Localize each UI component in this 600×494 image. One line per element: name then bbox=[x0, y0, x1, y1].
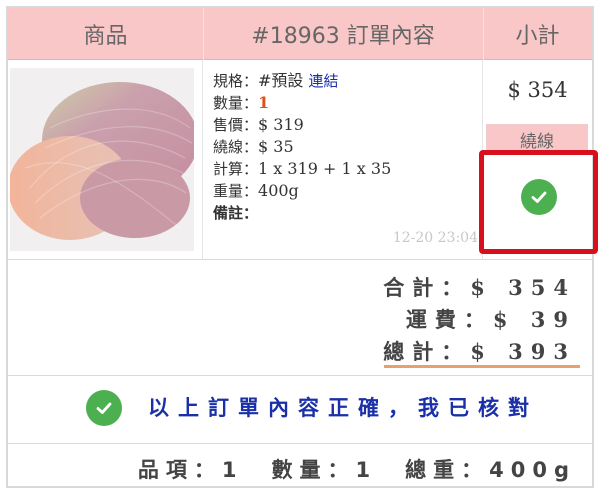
confirm-order-row[interactable]: 以上訂單內容正確，我已核對 bbox=[8, 376, 592, 444]
order-totals: 合計：$ 354 運費：$ 39 總計：$ 393 bbox=[8, 260, 592, 376]
item-check-highlight bbox=[479, 150, 598, 254]
check-circle-icon[interactable] bbox=[86, 390, 122, 426]
price-line: 售價：$ 319 bbox=[213, 115, 304, 134]
header-subtotal: 小計 bbox=[515, 24, 560, 49]
sum-value: $ 354 bbox=[470, 275, 576, 300]
yarn-skein-image[interactable] bbox=[10, 68, 194, 251]
item-subtotal: $ 354 bbox=[507, 78, 568, 102]
item-check-icon[interactable] bbox=[521, 179, 557, 215]
weight-line: 重量：400g bbox=[213, 181, 299, 200]
sum-line: 合計：$ 354 bbox=[383, 275, 576, 300]
confirm-order-label[interactable]: 以上訂單內容正確，我已核對 bbox=[148, 392, 538, 422]
shipping-value: $ 39 bbox=[492, 307, 576, 332]
header-order-content: #18963 訂單內容 bbox=[203, 8, 484, 60]
table-header: 商品 #18963 訂單內容 小計 bbox=[8, 8, 592, 60]
spec-link[interactable]: 連結 bbox=[309, 72, 339, 90]
winding-line: 繞線：$ 35 bbox=[213, 137, 294, 156]
grand-total-underline bbox=[384, 365, 580, 368]
spec-line: 規格：#預設 連結 bbox=[213, 71, 339, 90]
qty-line: 數量：1 bbox=[213, 93, 270, 112]
subtotal-cell: $ 354 繞線 bbox=[479, 60, 598, 259]
order-summary: 品項：1 數量：1 總重：400g bbox=[8, 444, 592, 488]
summary-text: 品項：1 數量：1 總重：400g bbox=[137, 458, 576, 482]
grand-total-line: 總計：$ 393 bbox=[383, 339, 576, 364]
item-details: 規格：#預設 連結 數量：1 售價：$ 319 繞線：$ 35 計算：1 x 3… bbox=[203, 60, 483, 259]
calc-line: 計算：1 x 319 + 1 x 35 bbox=[213, 159, 392, 178]
item-timestamp: 12-20 23:04 bbox=[392, 230, 478, 246]
note-line: 備註： bbox=[213, 204, 259, 222]
qty-value: 1 bbox=[258, 93, 270, 112]
product-image-cell bbox=[8, 60, 203, 259]
header-product: 商品 bbox=[8, 8, 204, 60]
order-item-row: 規格：#預設 連結 數量：1 售價：$ 319 繞線：$ 35 計算：1 x 3… bbox=[8, 60, 598, 260]
order-card: 商品 #18963 訂單內容 小計 規格：#預設 連結 數量：1 售價：$ 31… bbox=[6, 6, 598, 488]
shipping-line: 運費：$ 39 bbox=[405, 307, 576, 332]
grand-total-value: $ 393 bbox=[470, 339, 576, 364]
